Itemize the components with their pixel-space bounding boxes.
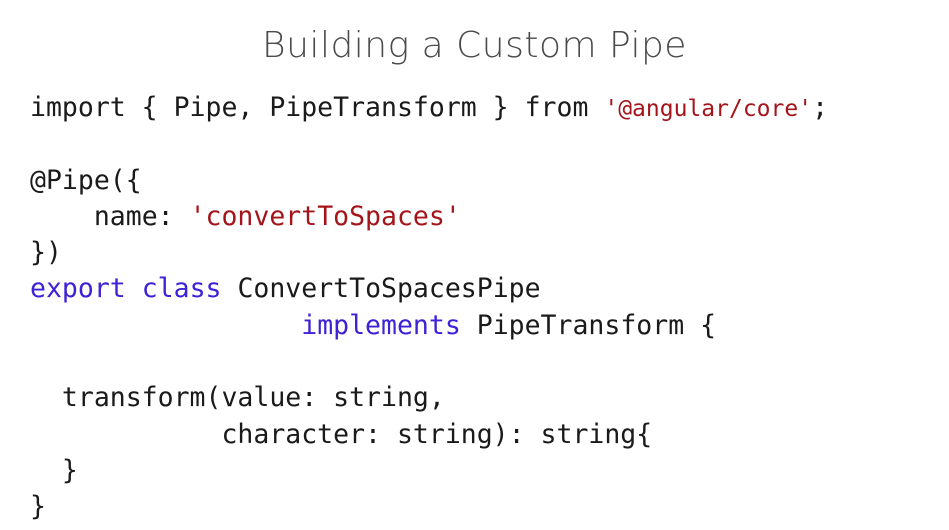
code-text: }: [30, 454, 78, 486]
slide: Building a Custom Pipe import { Pipe, Pi…: [0, 0, 949, 530]
code-line-decorator: @Pipe({: [30, 163, 828, 199]
code-line-parameter: character: string): string{: [30, 417, 828, 453]
code-text: import { Pipe, PipeTransform } from: [30, 92, 605, 123]
code-string: 'convertToSpaces': [189, 200, 461, 232]
code-text: PipeTransform {: [460, 309, 717, 341]
code-string: '@angular/core': [604, 96, 813, 122]
code-line-transform: transform(value: string,: [30, 380, 828, 416]
code-line-class: export class ConvertToSpacesPipe: [30, 271, 828, 307]
code-text: }): [30, 237, 62, 269]
code-keyword: export: [30, 273, 126, 305]
code-text: name:: [93, 200, 190, 232]
code-text: transform(value: string,: [30, 382, 445, 414]
code-text: @Pipe({: [30, 164, 142, 196]
code-text: ;: [812, 92, 829, 123]
code-line-class-close: }: [30, 489, 828, 525]
code-keyword: implements: [301, 309, 461, 341]
code-text: }: [30, 491, 46, 523]
code-text: character: string): string{: [30, 418, 653, 450]
code-keyword: class: [141, 273, 222, 305]
code-line-name: name: 'convertToSpaces': [30, 199, 828, 235]
slide-title: Building a Custom Pipe: [262, 25, 687, 66]
code-text: ConvertToSpacesPipe: [221, 273, 541, 305]
code-line-decorator-close: }): [30, 235, 828, 271]
code-block: import { Pipe, PipeTransform } from '@an…: [30, 90, 828, 526]
code-line-implements: implements PipeTransform {: [30, 308, 828, 344]
code-line-method-close: }: [30, 453, 828, 489]
code-line-import: import { Pipe, PipeTransform } from '@an…: [30, 90, 828, 126]
